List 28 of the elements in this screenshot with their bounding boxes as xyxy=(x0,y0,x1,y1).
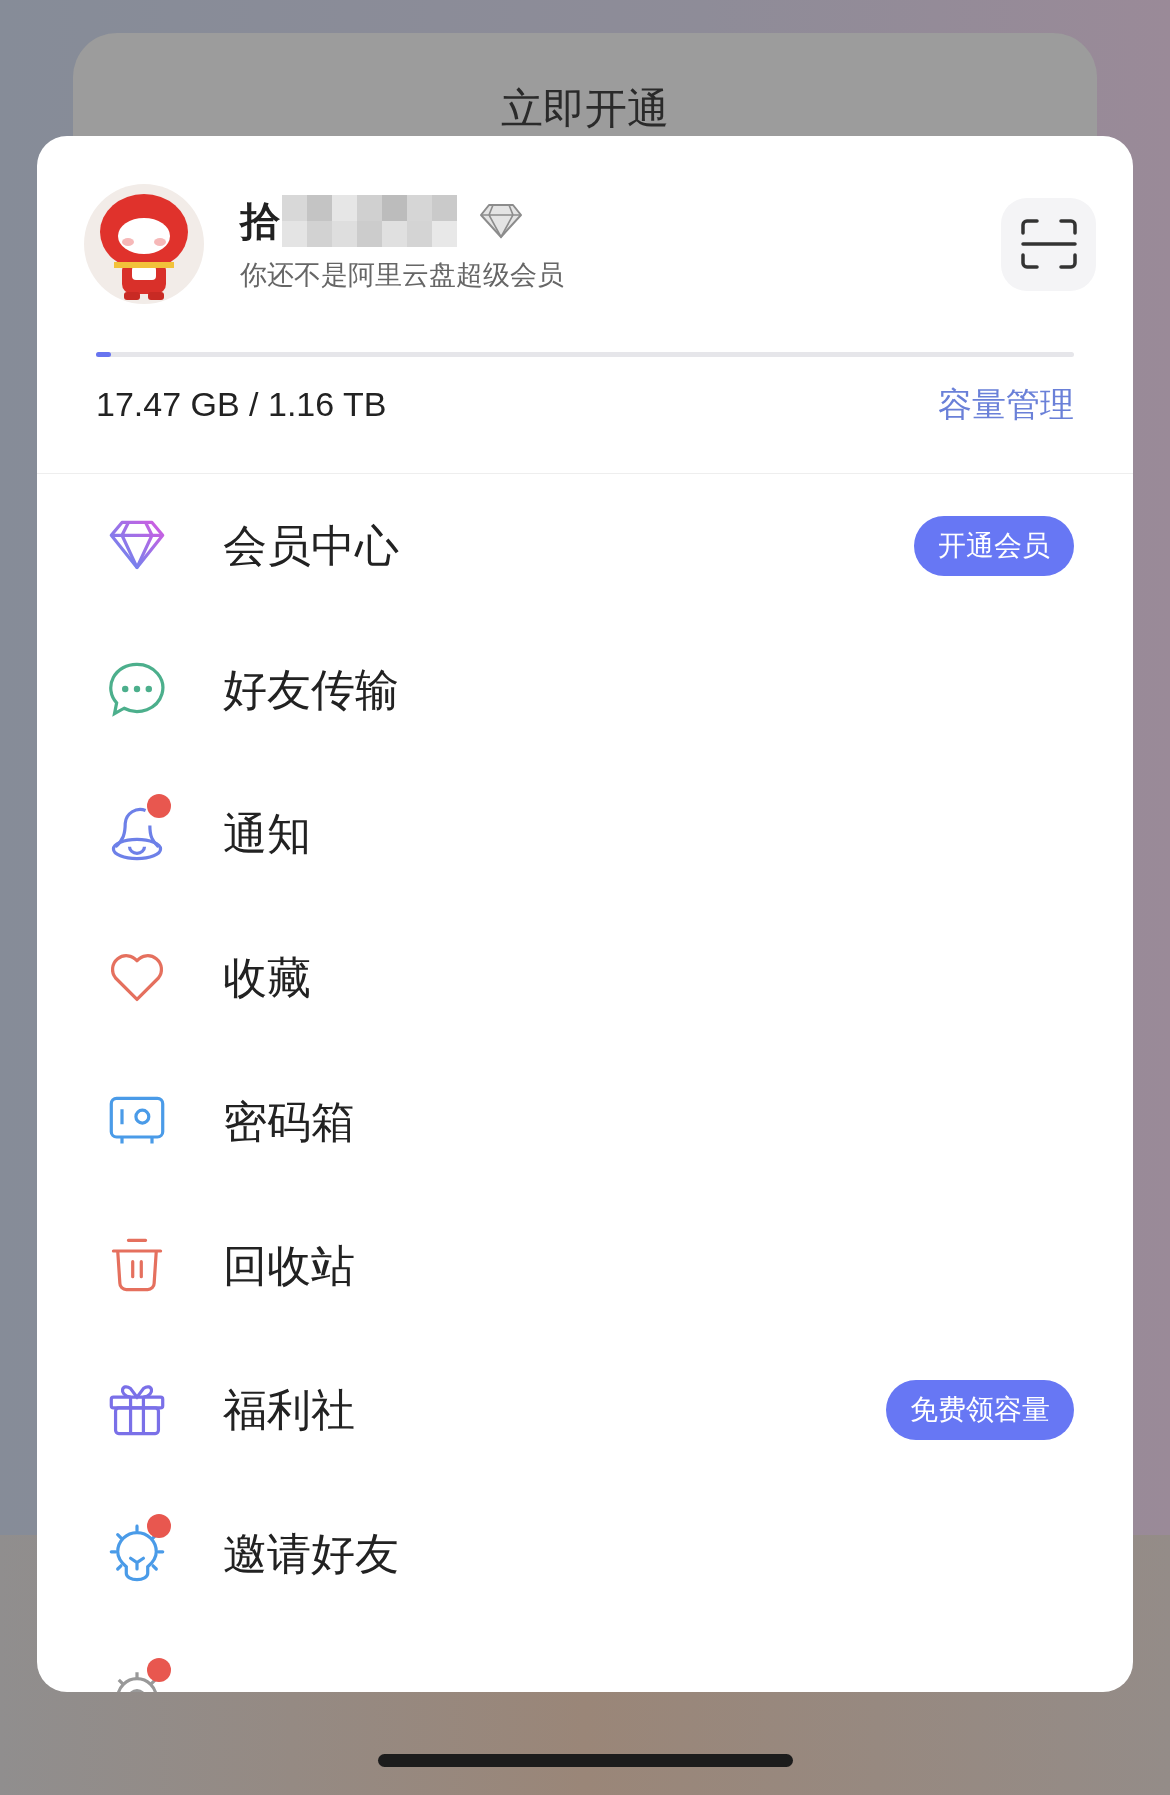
menu-item[interactable]: 福利社 免费领容量 xyxy=(37,1338,1133,1482)
storage-usage: 17.47 GB / 1.16 TB xyxy=(96,384,387,425)
menu-item[interactable]: 通知 xyxy=(37,762,1133,906)
membership-status: 你还不是阿里云盘超级会员 xyxy=(240,258,564,292)
menu-label: 会员中心 xyxy=(223,520,399,572)
activate-label[interactable]: 立即开通 xyxy=(501,81,669,137)
menu-item[interactable]: 回收站 xyxy=(37,1194,1133,1338)
menu-item[interactable]: 密码箱 xyxy=(37,1050,1133,1194)
light-bulb-icon xyxy=(107,1524,167,1584)
scan-button[interactable] xyxy=(1001,197,1096,291)
menu-item[interactable]: 好友传输 xyxy=(37,618,1133,762)
menu-label: 邀请好友 xyxy=(223,1528,399,1580)
chat-bubble-icon xyxy=(107,660,167,720)
user-name: 拾 xyxy=(240,197,280,245)
menu-label: 福利社 xyxy=(223,1384,355,1436)
promo-pill[interactable]: 免费领容量 xyxy=(886,1380,1074,1440)
storage-management-link[interactable]: 容量管理 xyxy=(938,379,1074,430)
menu-item[interactable]: 收藏 xyxy=(37,906,1133,1050)
menu-label: 密码箱 xyxy=(223,1096,355,1148)
menu-label: 好友传输 xyxy=(223,664,399,716)
menu-item[interactable]: 邀请好友 xyxy=(37,1482,1133,1626)
menu-label: 回收站 xyxy=(223,1240,355,1292)
diamond-icon xyxy=(479,202,523,239)
scan-icon xyxy=(1020,219,1077,269)
promo-pill[interactable]: 开通会员 xyxy=(914,516,1074,576)
menu-label: 通知 xyxy=(223,808,311,860)
menu-label: 收藏 xyxy=(223,952,311,1004)
menu-item[interactable]: 会员中心 开通会员 xyxy=(37,474,1133,618)
